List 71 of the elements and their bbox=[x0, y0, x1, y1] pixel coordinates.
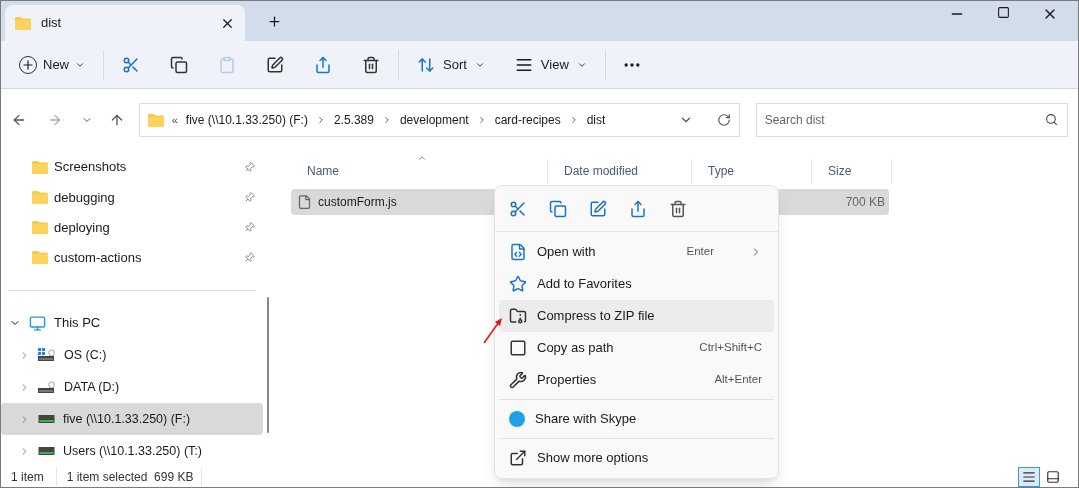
maximize-icon[interactable] bbox=[997, 6, 1010, 19]
menu-item[interactable]: Show more options bbox=[499, 442, 774, 474]
menu-item[interactable]: Open with Enter bbox=[499, 236, 774, 268]
search-icon[interactable] bbox=[1045, 113, 1058, 126]
quick-access-item[interactable]: custom-actions bbox=[1, 242, 263, 274]
star-icon bbox=[509, 275, 527, 293]
tree-item[interactable]: Users (\\10.1.33.250) (T:) bbox=[1, 435, 263, 467]
drive-icon bbox=[38, 380, 56, 394]
details-view-icon bbox=[1022, 470, 1036, 484]
folder-icon bbox=[147, 113, 164, 127]
shortcut: Alt+Enter bbox=[714, 372, 762, 388]
monitor-icon bbox=[29, 314, 46, 332]
tree-item[interactable]: This PC bbox=[1, 307, 263, 339]
tiles-view-icon bbox=[1046, 470, 1060, 484]
folder-icon bbox=[32, 251, 48, 265]
sort-button[interactable]: Sort bbox=[409, 50, 493, 79]
menu-item[interactable]: Copy as path Ctrl+Shift+C bbox=[499, 332, 774, 364]
wrench-icon bbox=[509, 371, 527, 389]
breadcrumb[interactable]: 2.5.389 bbox=[333, 111, 374, 129]
zip-folder-icon bbox=[509, 307, 527, 325]
sort-icon bbox=[417, 55, 435, 74]
breadcrumb[interactable]: dist bbox=[586, 111, 606, 129]
file-size: 700 KB bbox=[845, 194, 886, 211]
tab[interactable]: dist bbox=[5, 5, 245, 41]
arrow-drawing bbox=[482, 317, 504, 345]
breadcrumb[interactable]: development bbox=[399, 111, 469, 129]
new-tab-icon[interactable] bbox=[267, 14, 282, 29]
new-button[interactable]: New bbox=[11, 50, 93, 79]
tab-title: dist bbox=[41, 14, 63, 33]
column-header[interactable]: Type bbox=[692, 159, 812, 183]
file-name: customForm.js bbox=[318, 194, 397, 211]
more-options-icon bbox=[509, 449, 527, 467]
file-icon bbox=[297, 194, 312, 210]
network-drive-icon bbox=[38, 447, 55, 455]
selection-info: 1 item selected 699 KB bbox=[56, 468, 203, 486]
back-icon[interactable] bbox=[11, 112, 27, 128]
skype-icon bbox=[509, 411, 525, 427]
sort-icon bbox=[417, 153, 427, 163]
address-bar[interactable]: « five (\\10.1.33.250) (F:) 2.5.389 development card-recipes dist bbox=[138, 103, 740, 137]
menu-item[interactable]: Compress to ZIP file bbox=[499, 300, 774, 332]
quick-access-item[interactable]: debugging bbox=[1, 182, 263, 213]
menu-item[interactable]: Add to Favorites bbox=[499, 268, 774, 300]
path-icon bbox=[509, 339, 527, 357]
tree-item[interactable]: OS (C:) bbox=[1, 339, 263, 371]
drive-icon bbox=[38, 348, 56, 362]
tree-item[interactable]: DATA (D:) bbox=[1, 371, 263, 403]
quick-access-item[interactable]: deploying bbox=[1, 212, 263, 243]
menu-item[interactable]: Properties Alt+Enter bbox=[499, 364, 774, 396]
folder-icon bbox=[32, 160, 48, 174]
breadcrumb[interactable]: card-recipes bbox=[494, 111, 561, 129]
folder-icon bbox=[32, 221, 48, 235]
refresh-icon[interactable] bbox=[716, 113, 731, 127]
view-button[interactable]: View bbox=[506, 50, 595, 79]
search-field[interactable]: Search dist bbox=[755, 103, 1068, 137]
column-header[interactable]: Size bbox=[812, 159, 892, 183]
item-count: 1 item bbox=[1, 468, 57, 486]
menu-item[interactable]: Share with Skype bbox=[499, 403, 774, 435]
breadcrumb[interactable]: five (\\10.1.33.250) (F:) bbox=[185, 111, 308, 129]
quick-access-item[interactable]: Screenshots bbox=[1, 152, 263, 183]
scrollbar-thumb[interactable] bbox=[267, 297, 269, 433]
overflow-chevron[interactable]: « bbox=[171, 111, 178, 129]
shortcut: Ctrl+Shift+C bbox=[699, 340, 762, 356]
shortcut: Enter bbox=[686, 244, 714, 260]
column-header[interactable]: Date modified bbox=[548, 159, 692, 183]
network-drive-icon bbox=[38, 415, 55, 423]
folder-icon bbox=[15, 16, 31, 30]
column-header[interactable]: Name bbox=[291, 159, 548, 183]
tree-item[interactable]: five (\\10.1.33.250) (F:) bbox=[1, 403, 263, 435]
details-view-button[interactable] bbox=[1018, 467, 1040, 487]
folder-icon bbox=[32, 190, 48, 204]
open-with-icon bbox=[509, 243, 527, 261]
